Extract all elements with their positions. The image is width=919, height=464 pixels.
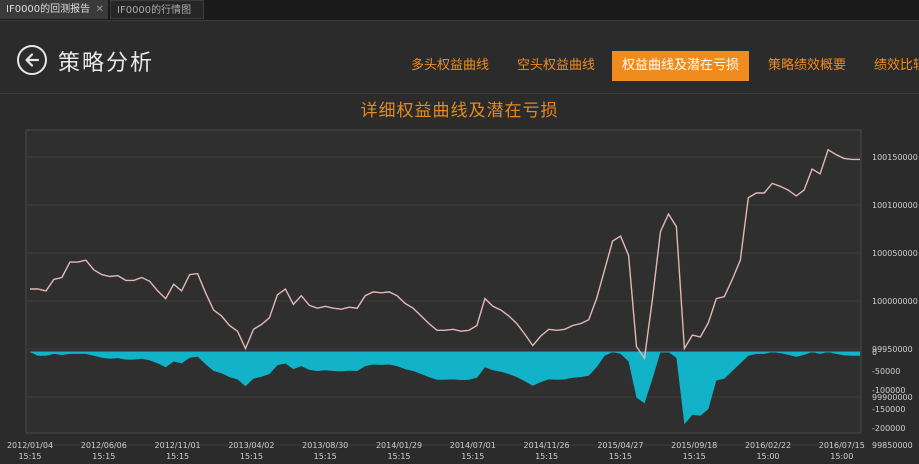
x-tick-label: 2014/07/01: [450, 441, 496, 450]
x-tick-time-label: 15:15: [92, 452, 115, 461]
x-tick-label: 2016/02/22: [745, 441, 791, 450]
x-tick-time-label: 15:15: [314, 452, 337, 461]
x-tick-label: 2013/04/02: [228, 441, 274, 450]
x-tick-label: 2016/07/15: [819, 441, 865, 450]
x-tick-time-label: 15:00: [830, 452, 853, 461]
equity-y-tick-label: 100150000: [872, 153, 918, 162]
x-tick-label: 2012/01/04: [7, 441, 53, 450]
x-tick-time-label: 15:15: [535, 452, 558, 461]
x-tick-label: 2015/09/18: [671, 441, 717, 450]
drawdown-y-tick-label: -200000: [872, 424, 905, 433]
equity-y-tick-label: 100100000: [872, 201, 918, 210]
equity-y-tick-label: 100050000: [872, 249, 918, 258]
x-tick-label: 2012/06/06: [81, 441, 127, 450]
x-tick-time-label: 15:15: [240, 452, 263, 461]
x-tick-label: 2014/01/29: [376, 441, 422, 450]
drawdown-y-tick-label: 0: [872, 348, 877, 357]
x-tick-time-label: 15:15: [18, 452, 41, 461]
x-tick-time-label: 15:15: [166, 452, 189, 461]
x-tick-time-label: 15:15: [683, 452, 706, 461]
equity-y-tick-label: 99950000: [872, 345, 913, 354]
x-tick-label: 2015/04/27: [597, 441, 643, 450]
x-tick-time-label: 15:15: [387, 452, 410, 461]
equity-drawdown-chart: 100150000 100100000 100050000 100000000 9995…: [7, 129, 918, 461]
drawdown-y-tick-label: -50000: [872, 367, 900, 376]
x-tick-time-label: 15:00: [756, 452, 779, 461]
equity-y-tick-label: 100000000: [872, 297, 918, 306]
x-tick-label: 2012/11/01: [155, 441, 201, 450]
drawdown-y-tick-label: -150000: [872, 405, 905, 414]
x-tick-label: 2014/11/26: [524, 441, 570, 450]
equity-y-tick-label: 99850000: [872, 441, 913, 450]
x-tick-label: 2013/08/30: [302, 441, 348, 450]
x-tick-time-label: 15:15: [461, 452, 484, 461]
drawdown-y-tick-label: -100000: [872, 386, 905, 395]
x-tick-time-label: 15:15: [609, 452, 632, 461]
plot-area: [25, 129, 862, 434]
